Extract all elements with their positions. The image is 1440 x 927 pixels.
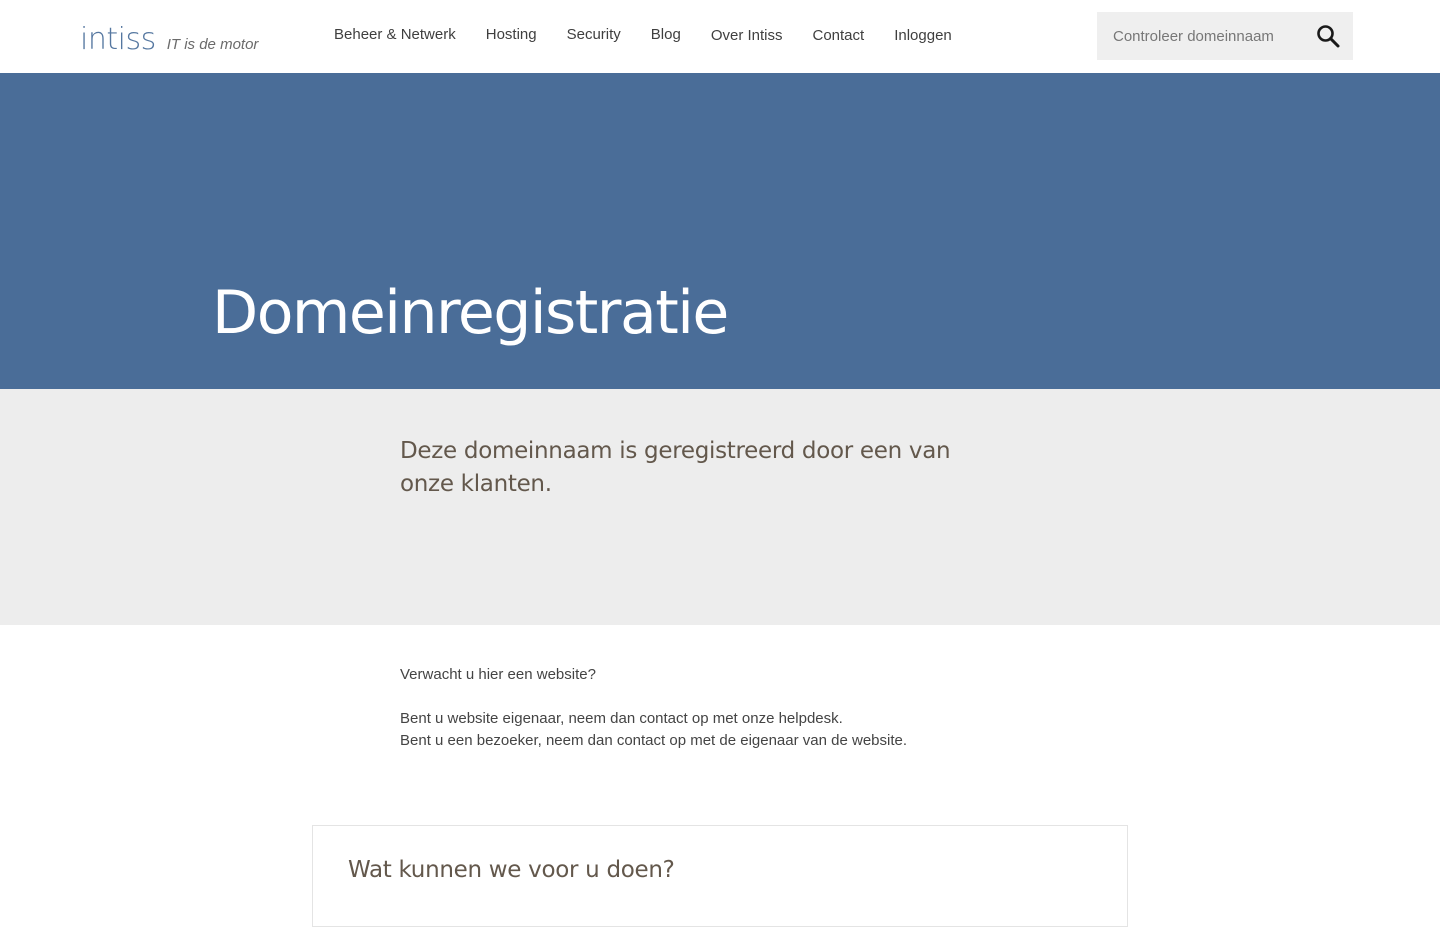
search-icon[interactable] [1315, 23, 1341, 49]
main-nav: Beheer & Netwerk Hosting Security Blog O… [334, 26, 982, 46]
logo[interactable]: intiss IT is de motor [80, 22, 259, 57]
site-header: intiss IT is de motor Beheer & Netwerk H… [0, 0, 1440, 73]
domain-search-input[interactable] [1097, 12, 1318, 60]
notice-text: Deze domeinnaam is geregistreerd door ee… [400, 438, 951, 497]
nav-item-security[interactable]: Security [567, 25, 621, 46]
nav-item-hosting[interactable]: Hosting [486, 25, 537, 46]
nav-item-blog[interactable]: Blog [651, 25, 681, 46]
nav-item-contact[interactable]: Contact [813, 26, 865, 46]
hero-banner: Domeinregistratie [0, 73, 1440, 389]
nav-item-inloggen[interactable]: Inloggen [894, 26, 952, 46]
notice-band: Deze domeinnaam is geregistreerd door ee… [0, 389, 1440, 625]
website-question: Verwacht u hier een website? [400, 666, 596, 683]
owner-instruction: Bent u website eigenaar, neem dan contac… [400, 710, 843, 727]
nav-item-over-intiss[interactable]: Over Intiss [711, 26, 783, 46]
nav-item-beheer-netwerk[interactable]: Beheer & Netwerk [334, 25, 456, 46]
visitor-instruction: Bent u een bezoeker, neem dan contact op… [400, 732, 908, 749]
help-card: Wat kunnen we voor u doen? [312, 825, 1128, 927]
domain-search [1097, 12, 1353, 60]
info-text: Verwacht u hier een website? Bent u webs… [400, 664, 1100, 752]
logo-wordmark: intiss [80, 22, 156, 57]
page-title: Domeinregistratie [212, 278, 729, 348]
help-card-title: Wat kunnen we voor u doen? [348, 857, 675, 883]
logo-tagline: IT is de motor [166, 36, 259, 53]
